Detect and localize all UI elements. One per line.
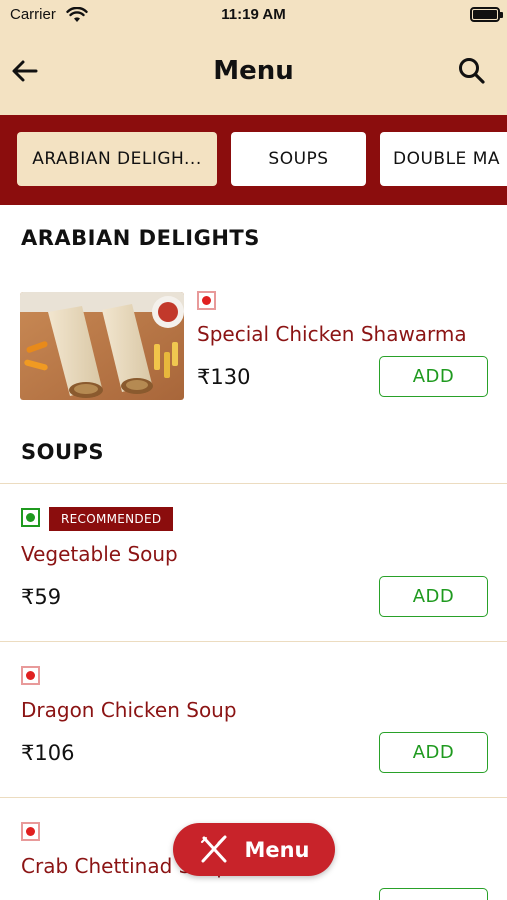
fork-knife-icon <box>201 835 227 862</box>
non-veg-icon <box>21 822 40 841</box>
header-bar: Menu <box>0 30 507 115</box>
item-price: ₹59 <box>21 585 62 609</box>
tab-arabian-delights[interactable]: ARABIAN DELIGH... <box>17 132 217 186</box>
search-icon[interactable] <box>455 54 489 88</box>
divider <box>0 641 507 642</box>
tab-double-ma[interactable]: DOUBLE MA <box>380 132 507 186</box>
item-price: ₹106 <box>21 741 75 765</box>
menu-fab-button[interactable]: Menu <box>173 823 335 876</box>
shawarma-photo <box>20 292 184 400</box>
page-title: Menu <box>213 56 294 86</box>
item-name: Vegetable Soup <box>21 542 178 566</box>
item-name: Special Chicken Shawarma <box>197 322 467 346</box>
add-button[interactable]: ADD <box>379 576 488 617</box>
add-button[interactable]: ADD <box>379 888 488 900</box>
item-name: Dragon Chicken Soup <box>21 698 237 722</box>
add-button[interactable]: ADD <box>379 732 488 773</box>
non-veg-icon <box>21 666 40 685</box>
status-bar: Carrier 11:19 AM <box>0 0 507 30</box>
tab-soups[interactable]: SOUPS <box>231 132 366 186</box>
non-veg-icon <box>197 291 216 310</box>
recommended-badge: RECOMMENDED <box>49 507 174 531</box>
section-title-arabian-delights: ARABIAN DELIGHTS <box>21 226 260 250</box>
category-tabs: ARABIAN DELIGH... SOUPS DOUBLE MA <box>0 115 507 205</box>
veg-icon <box>21 508 40 527</box>
section-title-soups: SOUPS <box>21 440 105 464</box>
item-price: ₹130 <box>197 365 251 389</box>
divider <box>0 797 507 798</box>
add-button[interactable]: ADD <box>379 356 488 397</box>
menu-fab-label: Menu <box>244 837 310 862</box>
clock: 11:19 AM <box>221 6 286 23</box>
battery-icon <box>470 7 503 22</box>
divider <box>0 483 507 484</box>
